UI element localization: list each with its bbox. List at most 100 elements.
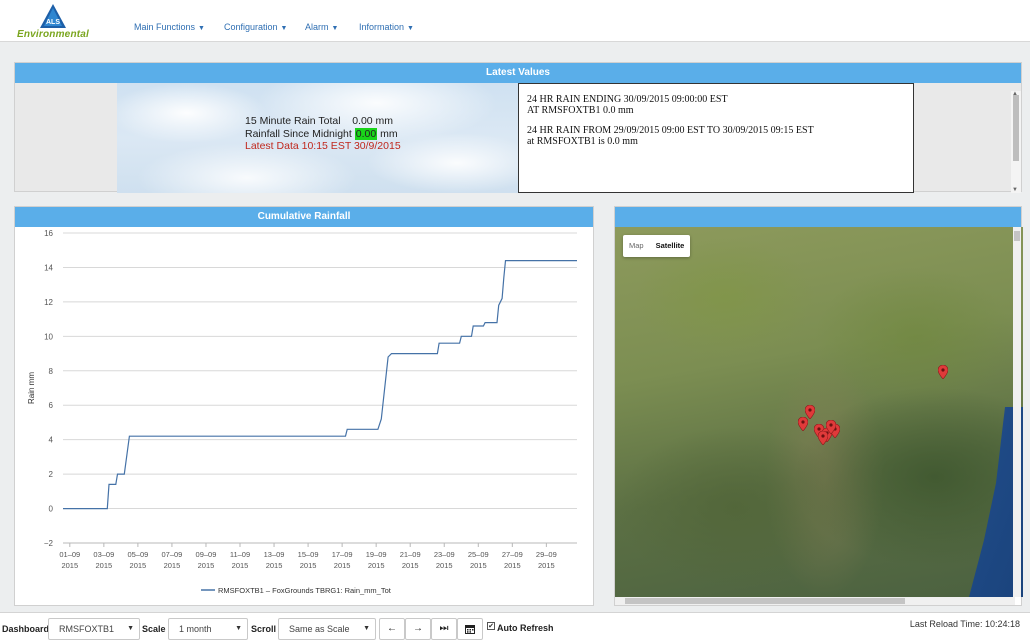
x-tick-label: 19–09 (366, 550, 387, 559)
scrollbar-thumb[interactable] (1013, 95, 1019, 161)
step-forward-button[interactable]: → (405, 618, 431, 640)
x-tick-year-label: 2015 (436, 561, 453, 570)
rain-15min-label: 15 Minute Rain Total (245, 115, 341, 127)
scrollbar-thumb[interactable] (1014, 231, 1020, 241)
nav-configuration[interactable]: Configuration ▼ (224, 22, 287, 32)
x-tick-year-label: 2015 (470, 561, 487, 570)
x-tick-year-label: 2015 (334, 561, 351, 570)
x-tick-year-label: 2015 (164, 561, 181, 570)
auto-refresh-checkbox[interactable]: ✔ (487, 622, 495, 630)
y-tick-label: 2 (49, 470, 54, 479)
jump-to-latest-button[interactable]: ⏭ (431, 618, 457, 640)
rain-midnight-label: Rainfall Since Midnight (245, 127, 352, 140)
y-tick-label: 12 (44, 298, 53, 307)
dashboard-select[interactable]: RMSFOXTB1 ▼ (48, 618, 140, 640)
nav-label: Main Functions (134, 22, 196, 32)
caret-down-icon: ▼ (280, 25, 288, 32)
caret-down-icon: ▼ (198, 25, 205, 32)
caret-down-icon: ▼ (407, 25, 414, 32)
rain-stats: 15 Minute Rain Total 0.00 mm Rainfall Si… (245, 115, 401, 153)
map-type-control: Map Satellite (623, 235, 691, 257)
latest-values-panel: Latest Values 15 Minute Rain Total 0.00 … (14, 62, 1022, 193)
rain-midnight-row: Rainfall Since Midnight 0.00 mm (245, 127, 401, 141)
y-tick-label: 14 (44, 263, 53, 272)
cumulative-rainfall-chart: −2 0 2 4 6 8 10 12 14 16 01–09 2015 03–09 2015 05–09 20… (27, 229, 577, 595)
latest-values-scrollbar[interactable]: ▲ ▼ (1011, 91, 1021, 193)
nav-label: Information (359, 22, 405, 32)
step-back-button[interactable]: ← (379, 618, 405, 640)
arrow-left-icon: ← (387, 623, 397, 634)
y-tick-label: 8 (49, 367, 54, 376)
rain-15min-row: 15 Minute Rain Total 0.00 mm (245, 115, 401, 128)
x-tick-label: 21–09 (400, 550, 421, 559)
latest-values-title: Latest Values (15, 63, 1021, 83)
nav-main-functions[interactable]: Main Functions ▼ (134, 22, 205, 32)
map-horizontal-scrollbar[interactable] (615, 597, 1015, 605)
map-panel: Map Satellite (614, 206, 1023, 606)
rainfall-series-line (63, 260, 577, 510)
satellite-view-button[interactable]: Satellite (650, 235, 691, 257)
nav-alarm[interactable]: Alarm ▼ (305, 22, 338, 32)
x-tick-year-label: 2015 (61, 561, 78, 570)
rain-summary-text: 24 HR RAIN ENDING 30/09/2015 09:00:00 ES… (518, 83, 914, 193)
map-view-button[interactable]: Map (623, 235, 650, 257)
map-marker-icon[interactable] (825, 419, 837, 435)
chart-title: Cumulative Rainfall (15, 207, 593, 227)
x-tick-label: 25–09 (468, 550, 489, 559)
calendar-icon (465, 625, 475, 634)
x-tick-year-label: 2015 (96, 561, 113, 570)
rain-midnight-value: 0.00 (354, 127, 378, 140)
nav-label: Alarm (305, 22, 329, 32)
x-tick-year-label: 2015 (300, 561, 317, 570)
x-tick-year-label: 2015 (232, 561, 249, 570)
rain-midnight-unit: mm (380, 127, 398, 140)
scale-value: 1 month (179, 624, 212, 634)
x-tick-label: 09–09 (196, 550, 217, 559)
scroll-down-icon[interactable]: ▼ (1012, 187, 1018, 193)
x-tick-label: 11–09 (230, 550, 250, 559)
x-tick-label: 01–09 (59, 550, 80, 559)
rain-15min-value: 0.00 mm (352, 115, 394, 127)
satellite-map[interactable]: Map Satellite (615, 227, 1023, 597)
summary-line: AT RMSFOXTB1 0.0 mm (527, 105, 634, 116)
x-tick-label: 17–09 (332, 550, 353, 559)
map-panel-header (615, 207, 1021, 227)
map-marker-icon[interactable] (797, 416, 808, 431)
dashboard-label: Dashboard (2, 624, 50, 634)
skip-to-end-icon: ⏭ (439, 623, 449, 634)
arrow-right-icon: → (413, 623, 423, 634)
dashboard-value: RMSFOXTB1 (59, 624, 115, 634)
als-logo-icon: ALS (40, 4, 66, 28)
scroll-label: Scroll (251, 624, 277, 634)
x-tick-label: 29–09 (536, 550, 557, 559)
scale-label: Scale (142, 624, 166, 634)
map-vertical-scrollbar[interactable] (1013, 227, 1021, 597)
y-tick-label: 10 (44, 332, 53, 341)
calendar-button[interactable] (457, 618, 483, 640)
x-tick-label: 15–09 (298, 550, 319, 559)
y-tick-label: −2 (44, 539, 54, 548)
x-tick-label: 07–09 (161, 550, 182, 559)
scroll-value: Same as Scale (289, 624, 350, 634)
cumulative-rainfall-panel: Cumulative Rainfall −2 0 2 4 6 8 10 12 14 16 01–09… (14, 206, 594, 606)
nav-information[interactable]: Information ▼ (359, 22, 414, 32)
y-tick-label: 16 (44, 229, 53, 238)
als-logo[interactable]: ALS Environmental (10, 2, 96, 40)
y-tick-label: 6 (49, 401, 54, 410)
summary-line: at RMSFOXTB1 is 0.0 mm (527, 136, 638, 147)
summary-line: 24 HR RAIN ENDING 30/09/2015 09:00:00 ES… (527, 94, 728, 105)
scroll-select[interactable]: Same as Scale ▼ (278, 618, 376, 640)
x-tick-label: 13–09 (264, 550, 285, 559)
y-tick-label: 4 (49, 436, 54, 445)
x-tick-label: 27–09 (502, 550, 523, 559)
x-tick-label: 23–09 (434, 550, 455, 559)
caret-down-icon: ▼ (331, 25, 339, 32)
logo-brand-text: Environmental (16, 29, 90, 40)
x-tick-year-label: 2015 (198, 561, 215, 570)
scrollbar-thumb[interactable] (625, 598, 905, 604)
nav-label: Configuration (224, 22, 278, 32)
auto-refresh-label: Auto Refresh (497, 623, 554, 633)
scale-select[interactable]: 1 month ▼ (168, 618, 248, 640)
bottom-controls: Dashboard RMSFOXTB1 ▼ Scale 1 month ▼ Scro… (0, 612, 1030, 642)
map-marker-icon[interactable] (938, 364, 949, 380)
